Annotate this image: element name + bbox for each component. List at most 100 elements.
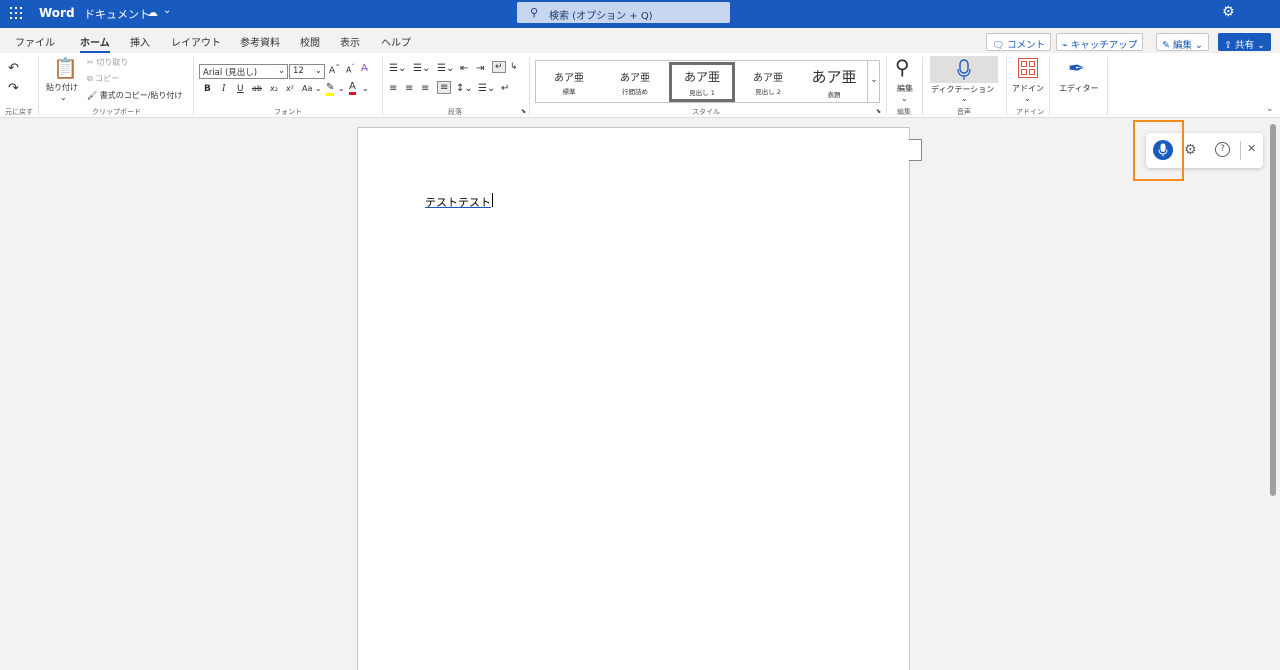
multilevel-list-icon[interactable]: ☰⌄ — [437, 63, 454, 74]
chevron-down-icon[interactable]: ⌄ — [163, 5, 171, 16]
comment-label: コメント — [1007, 40, 1046, 51]
font-name-select[interactable]: Arial (見出し) ⌄ — [199, 64, 288, 79]
tab-insert[interactable]: 挿入 — [130, 34, 150, 49]
style-title[interactable]: あア亜 表題 — [802, 62, 866, 102]
superscript-button[interactable]: x² — [286, 84, 294, 93]
decrease-indent-icon[interactable]: ⇤ — [460, 63, 468, 74]
separator — [1107, 57, 1108, 115]
subscript-button[interactable]: x₂ — [270, 84, 278, 93]
dictation-help-icon[interactable]: ? — [1215, 142, 1230, 157]
style-normal[interactable]: あア亜 標準 — [537, 62, 601, 102]
redo-icon[interactable]: ↷ — [8, 81, 19, 96]
addins-button[interactable]: アドイン — [1012, 83, 1044, 94]
increase-indent-icon[interactable]: ⇥ — [476, 63, 484, 74]
catchup-label: キャッチアップ — [1070, 40, 1138, 51]
style-sample: あア亜 — [811, 68, 857, 86]
strikethrough-button[interactable]: ab — [252, 84, 262, 93]
comment-button[interactable]: 🗨 コメント — [986, 33, 1052, 51]
tab-help[interactable]: ヘルプ — [381, 34, 411, 49]
style-heading-2[interactable]: あア亜 見出し 2 — [736, 62, 800, 102]
undo-icon[interactable]: ↶ — [8, 61, 19, 76]
collapse-ribbon-chevron-icon[interactable]: ⌄ — [1266, 104, 1274, 114]
separator — [38, 57, 39, 115]
settings-gear-icon[interactable]: ⚙ — [1222, 4, 1235, 20]
editing-button[interactable]: 編集 — [897, 83, 913, 94]
align-left-icon[interactable]: ≡ — [389, 83, 397, 94]
paragraph-spacing-icon[interactable]: ☰⌄ — [478, 83, 495, 94]
copy-button[interactable]: ⧉ コピー — [87, 73, 119, 84]
styles-launcher-icon[interactable]: ⬊ — [876, 108, 881, 115]
style-name: 表題 — [827, 91, 841, 99]
addins-group-label: アドイン — [1016, 108, 1044, 116]
dictation-settings-gear-icon[interactable]: ⚙ — [1184, 142, 1197, 158]
document-page[interactable]: テストテスト — [357, 127, 910, 670]
catchup-button[interactable]: ⌁ キャッチアップ — [1056, 33, 1144, 51]
style-no-spacing[interactable]: あア亜 行間詰め — [603, 62, 667, 102]
edit-mode-button[interactable]: ✎ 編集 ⌄ — [1156, 33, 1209, 51]
find-icon[interactable]: ⚲ — [895, 55, 910, 79]
clear-format-icon[interactable]: A̶ — [361, 63, 368, 74]
font-group-label: フォント — [274, 108, 302, 116]
align-center-icon[interactable]: ≡ — [405, 83, 413, 94]
vertical-scrollbar[interactable] — [1270, 124, 1276, 496]
font-size-value: 12 — [293, 66, 304, 76]
paste-button[interactable]: 貼り付け — [46, 82, 78, 93]
rtl-icon[interactable]: ↵ — [492, 61, 506, 73]
underline-button[interactable]: U — [237, 84, 244, 94]
share-button[interactable]: ⇪ 共有 ⌄ — [1218, 33, 1271, 51]
dictation-mic-tile[interactable] — [930, 56, 998, 83]
chevron-down-icon[interactable]: ⌄ — [961, 94, 968, 103]
editor-button[interactable]: エディター — [1059, 83, 1098, 94]
styles-expand-chevron-icon[interactable]: ⌄ — [867, 61, 880, 102]
tab-file[interactable]: ファイル — [15, 34, 55, 49]
paste-chevron-icon[interactable]: ⌄ — [60, 93, 67, 102]
cut-button[interactable]: ✂ 切り取り — [87, 57, 128, 68]
font-size-select[interactable]: 12 ⌄ — [289, 64, 325, 79]
justify-icon[interactable]: ≡ — [437, 81, 452, 94]
copy-label: コピー — [95, 74, 120, 83]
grow-font-button[interactable]: A^ — [329, 64, 340, 76]
style-heading-1[interactable]: あア亜 見出し 1 — [669, 62, 735, 102]
app-name[interactable]: Word — [39, 6, 75, 20]
document-text[interactable]: テストテスト — [425, 194, 491, 210]
chevron-down-icon[interactable]: ⌄ — [362, 84, 369, 93]
tab-view[interactable]: 表示 — [340, 34, 360, 49]
cloud-saved-icon[interactable]: ☁ — [147, 6, 158, 19]
paragraph-launcher-icon[interactable]: ⬊ — [521, 108, 526, 115]
bullets-icon[interactable]: ☰⌄ — [389, 63, 406, 74]
tab-references[interactable]: 参考資料 — [240, 34, 280, 49]
change-case-button[interactable]: Aa ⌄ — [302, 84, 322, 93]
style-name: 標準 — [562, 88, 576, 96]
bold-button[interactable]: B — [204, 84, 211, 94]
editor-pen-icon[interactable]: ✒ — [1068, 56, 1085, 80]
line-spacing-icon[interactable]: ↕⌄ — [456, 83, 473, 94]
show-marks-icon[interactable]: ↵ — [501, 83, 509, 94]
font-color-icon[interactable]: A — [349, 81, 356, 95]
paste-icon[interactable]: 📋 — [53, 56, 78, 80]
addins-icon[interactable] — [1018, 58, 1038, 78]
share-label: 共有 — [1234, 40, 1254, 51]
paragraph-group-label: 段落 — [448, 108, 462, 116]
tab-layout[interactable]: レイアウト — [171, 34, 221, 49]
italic-button[interactable]: I — [222, 84, 226, 94]
style-sample: あア亜 — [620, 73, 650, 84]
tab-home[interactable]: ホーム — [80, 34, 110, 53]
chevron-down-icon[interactable]: ⌄ — [901, 94, 908, 103]
close-icon[interactable]: ✕ — [1247, 142, 1256, 155]
edit-mode-label: 編集 — [1172, 40, 1192, 51]
align-right-icon[interactable]: ≡ — [421, 83, 429, 94]
app-launcher-icon[interactable] — [10, 7, 22, 19]
separator — [1049, 57, 1050, 115]
undo-group-label: 元に戻す — [5, 108, 33, 116]
document-name[interactable]: ドキュメント — [84, 6, 150, 22]
ltr-icon[interactable]: ↳ — [510, 62, 518, 72]
highlight-color-icon[interactable]: ✎ — [326, 82, 335, 96]
chevron-down-icon[interactable]: ⌄ — [1024, 94, 1031, 103]
shrink-font-button[interactable]: Aˇ — [346, 64, 354, 75]
format-painter-button[interactable]: 🖌 書式のコピー/貼り付け — [87, 90, 182, 101]
font-name-value: Arial (見出し) — [203, 68, 258, 78]
tab-review[interactable]: 校閲 — [300, 34, 320, 49]
chevron-down-icon[interactable]: ⌄ — [338, 84, 345, 93]
search-input[interactable]: ⚲ 検索 (オプション + Q) — [517, 2, 730, 23]
numbering-icon[interactable]: ☰⌄ — [413, 63, 430, 74]
